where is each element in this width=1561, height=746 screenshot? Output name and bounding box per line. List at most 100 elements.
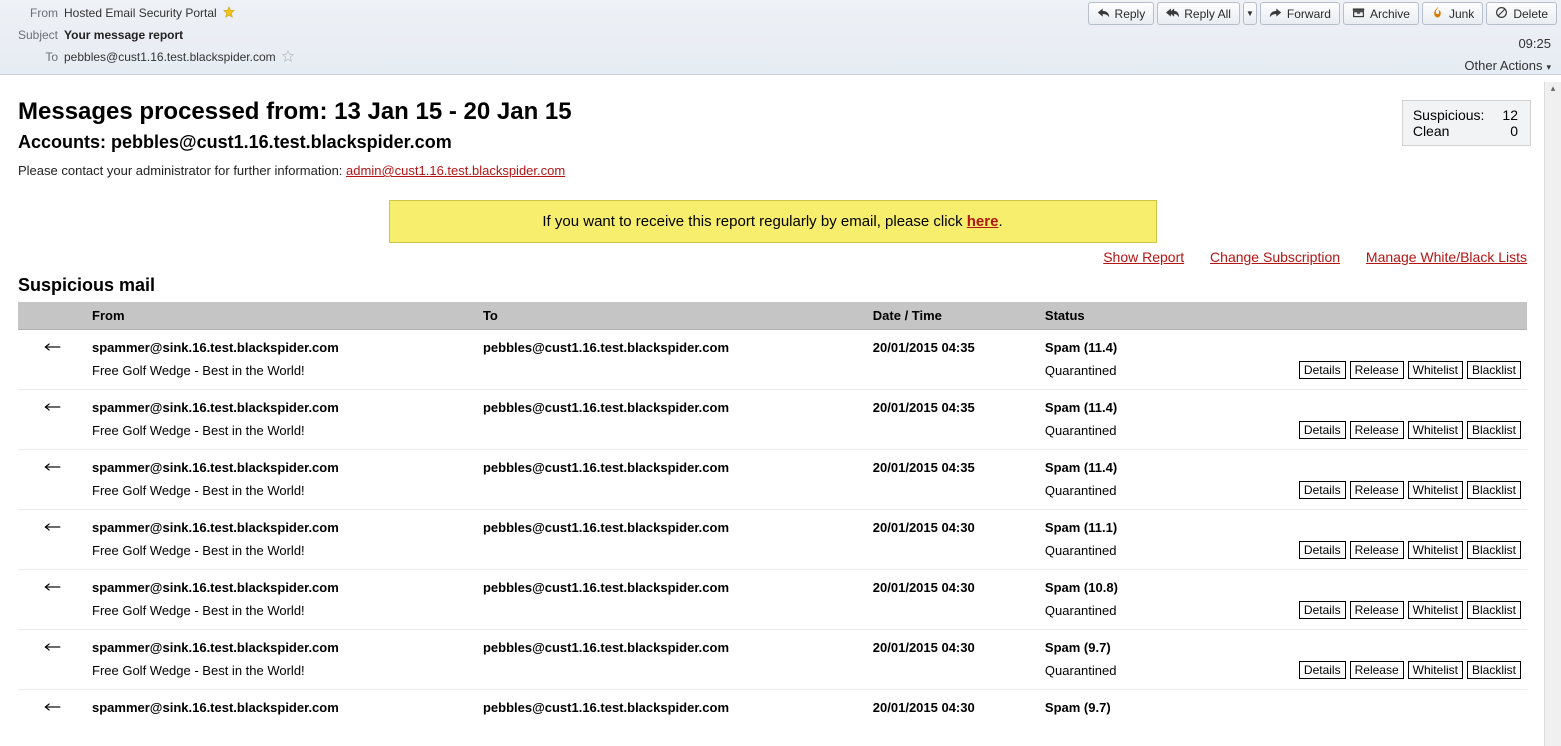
- incoming-arrow-icon: [18, 330, 86, 358]
- whitelist-button[interactable]: Whitelist: [1408, 541, 1463, 559]
- incoming-arrow-icon: [18, 570, 86, 598]
- col-datetime: Date / Time: [867, 302, 1039, 330]
- star-icon[interactable]: [223, 6, 235, 20]
- cell-from: spammer@sink.16.test.blackspider.com: [86, 630, 477, 658]
- cell-actions: DetailsReleaseWhitelistBlacklist: [1167, 417, 1527, 450]
- show-report-link[interactable]: Show Report: [1103, 249, 1184, 265]
- cell-actions: DetailsReleaseWhitelistBlacklist: [1167, 657, 1527, 690]
- cell-datetime: 20/01/2015 04:35: [867, 390, 1039, 418]
- whitelist-button[interactable]: Whitelist: [1408, 421, 1463, 439]
- details-button[interactable]: Details: [1299, 541, 1346, 559]
- archive-icon: [1352, 6, 1365, 21]
- whitelist-button[interactable]: Whitelist: [1408, 601, 1463, 619]
- suspicious-mail-table: From To Date / Time Status spammer@sink.…: [18, 302, 1527, 717]
- table-row-details: Free Golf Wedge - Best in the World!Quar…: [18, 357, 1527, 390]
- admin-prefix: Please contact your administrator for fu…: [18, 163, 346, 178]
- details-button[interactable]: Details: [1299, 421, 1346, 439]
- change-subscription-link[interactable]: Change Subscription: [1210, 249, 1340, 265]
- table-row: spammer@sink.16.test.blackspider.compebb…: [18, 630, 1527, 658]
- admin-email-link[interactable]: admin@cust1.16.test.blackspider.com: [346, 163, 565, 178]
- details-button[interactable]: Details: [1299, 361, 1346, 379]
- cell-datetime: 20/01/2015 04:30: [867, 690, 1039, 718]
- blacklist-button[interactable]: Blacklist: [1467, 481, 1521, 499]
- table-row: spammer@sink.16.test.blackspider.compebb…: [18, 450, 1527, 478]
- cell-from: spammer@sink.16.test.blackspider.com: [86, 390, 477, 418]
- incoming-arrow-icon: [18, 630, 86, 658]
- forward-button[interactable]: Forward: [1260, 2, 1340, 25]
- other-actions-menu[interactable]: Other Actions▾: [1464, 58, 1551, 73]
- whitelist-button[interactable]: Whitelist: [1408, 361, 1463, 379]
- col-status: Status: [1039, 302, 1167, 330]
- cell-actions: DetailsReleaseWhitelistBlacklist: [1167, 537, 1527, 570]
- section-suspicious-mail: Suspicious mail: [18, 275, 1527, 296]
- cell-actions-spacer: [1167, 510, 1527, 538]
- table-header-row: From To Date / Time Status: [18, 302, 1527, 330]
- table-row-details: Free Golf Wedge - Best in the World!Quar…: [18, 657, 1527, 690]
- release-button[interactable]: Release: [1350, 421, 1404, 439]
- forward-icon: [1269, 6, 1282, 21]
- blacklist-button[interactable]: Blacklist: [1467, 601, 1521, 619]
- release-button[interactable]: Release: [1350, 361, 1404, 379]
- scrollbar[interactable]: [1544, 82, 1561, 746]
- to-value: pebbles@cust1.16.test.blackspider.com: [64, 50, 276, 64]
- cell-status: Spam (11.4): [1039, 330, 1167, 358]
- reply-all-label: Reply All: [1184, 8, 1231, 20]
- details-button[interactable]: Details: [1299, 481, 1346, 499]
- cell-actions-spacer: [1167, 330, 1527, 358]
- blacklist-button[interactable]: Blacklist: [1467, 421, 1521, 439]
- cell-datetime: 20/01/2015 04:30: [867, 570, 1039, 598]
- table-row: spammer@sink.16.test.blackspider.compebb…: [18, 510, 1527, 538]
- cell-actions-spacer: [1167, 570, 1527, 598]
- received-time: 09:25: [1518, 36, 1551, 51]
- details-button[interactable]: Details: [1299, 601, 1346, 619]
- table-row-details: Free Golf Wedge - Best in the World!Quar…: [18, 597, 1527, 630]
- cell-status: Spam (10.8): [1039, 570, 1167, 598]
- to-label: To: [14, 50, 58, 64]
- cell-disposition: Quarantined: [1039, 657, 1167, 690]
- subject-value: Your message report: [64, 28, 183, 42]
- banner-text: If you want to receive this report regul…: [542, 213, 966, 230]
- cell-actions-spacer: [1167, 390, 1527, 418]
- blacklist-button[interactable]: Blacklist: [1467, 541, 1521, 559]
- blacklist-button[interactable]: Blacklist: [1467, 661, 1521, 679]
- archive-button[interactable]: Archive: [1343, 2, 1419, 25]
- release-button[interactable]: Release: [1350, 601, 1404, 619]
- reply-all-button[interactable]: Reply All: [1157, 2, 1240, 25]
- cell-datetime: 20/01/2015 04:35: [867, 450, 1039, 478]
- banner-period: .: [998, 213, 1002, 230]
- junk-label: Junk: [1449, 8, 1474, 20]
- manage-lists-link[interactable]: Manage White/Black Lists: [1366, 249, 1527, 265]
- report-body: Messages processed from: 13 Jan 15 - 20 …: [0, 82, 1545, 737]
- reply-button[interactable]: Reply: [1088, 2, 1155, 25]
- cell-to: pebbles@cust1.16.test.blackspider.com: [477, 450, 867, 478]
- whitelist-button[interactable]: Whitelist: [1408, 661, 1463, 679]
- whitelist-button[interactable]: Whitelist: [1408, 481, 1463, 499]
- cell-from: spammer@sink.16.test.blackspider.com: [86, 510, 477, 538]
- cell-actions-spacer: [1167, 690, 1527, 718]
- junk-button[interactable]: Junk: [1422, 2, 1483, 25]
- cell-actions: DetailsReleaseWhitelistBlacklist: [1167, 357, 1527, 390]
- delete-label: Delete: [1513, 8, 1548, 20]
- release-button[interactable]: Release: [1350, 661, 1404, 679]
- release-button[interactable]: Release: [1350, 481, 1404, 499]
- blacklist-button[interactable]: Blacklist: [1467, 361, 1521, 379]
- star-outline-icon[interactable]: [282, 50, 294, 64]
- delete-button[interactable]: Delete: [1486, 2, 1557, 25]
- reply-label: Reply: [1115, 8, 1146, 20]
- reply-all-dropdown[interactable]: ▼: [1243, 2, 1257, 25]
- admin-contact-line: Please contact your administrator for fu…: [18, 163, 1527, 178]
- message-body-viewport[interactable]: Messages processed from: 13 Jan 15 - 20 …: [0, 82, 1545, 746]
- chevron-down-icon: ▾: [1546, 62, 1551, 72]
- banner-here-link[interactable]: here: [967, 213, 999, 230]
- cell-to: pebbles@cust1.16.test.blackspider.com: [477, 570, 867, 598]
- incoming-arrow-icon: [18, 690, 86, 718]
- cell-to: pebbles@cust1.16.test.blackspider.com: [477, 690, 867, 718]
- incoming-arrow-icon: [18, 510, 86, 538]
- subscribe-banner: If you want to receive this report regul…: [389, 200, 1157, 243]
- cell-disposition: Quarantined: [1039, 357, 1167, 390]
- table-row-details: Free Golf Wedge - Best in the World!Quar…: [18, 477, 1527, 510]
- cell-actions-spacer: [1167, 450, 1527, 478]
- release-button[interactable]: Release: [1350, 541, 1404, 559]
- details-button[interactable]: Details: [1299, 661, 1346, 679]
- col-from: From: [86, 302, 477, 330]
